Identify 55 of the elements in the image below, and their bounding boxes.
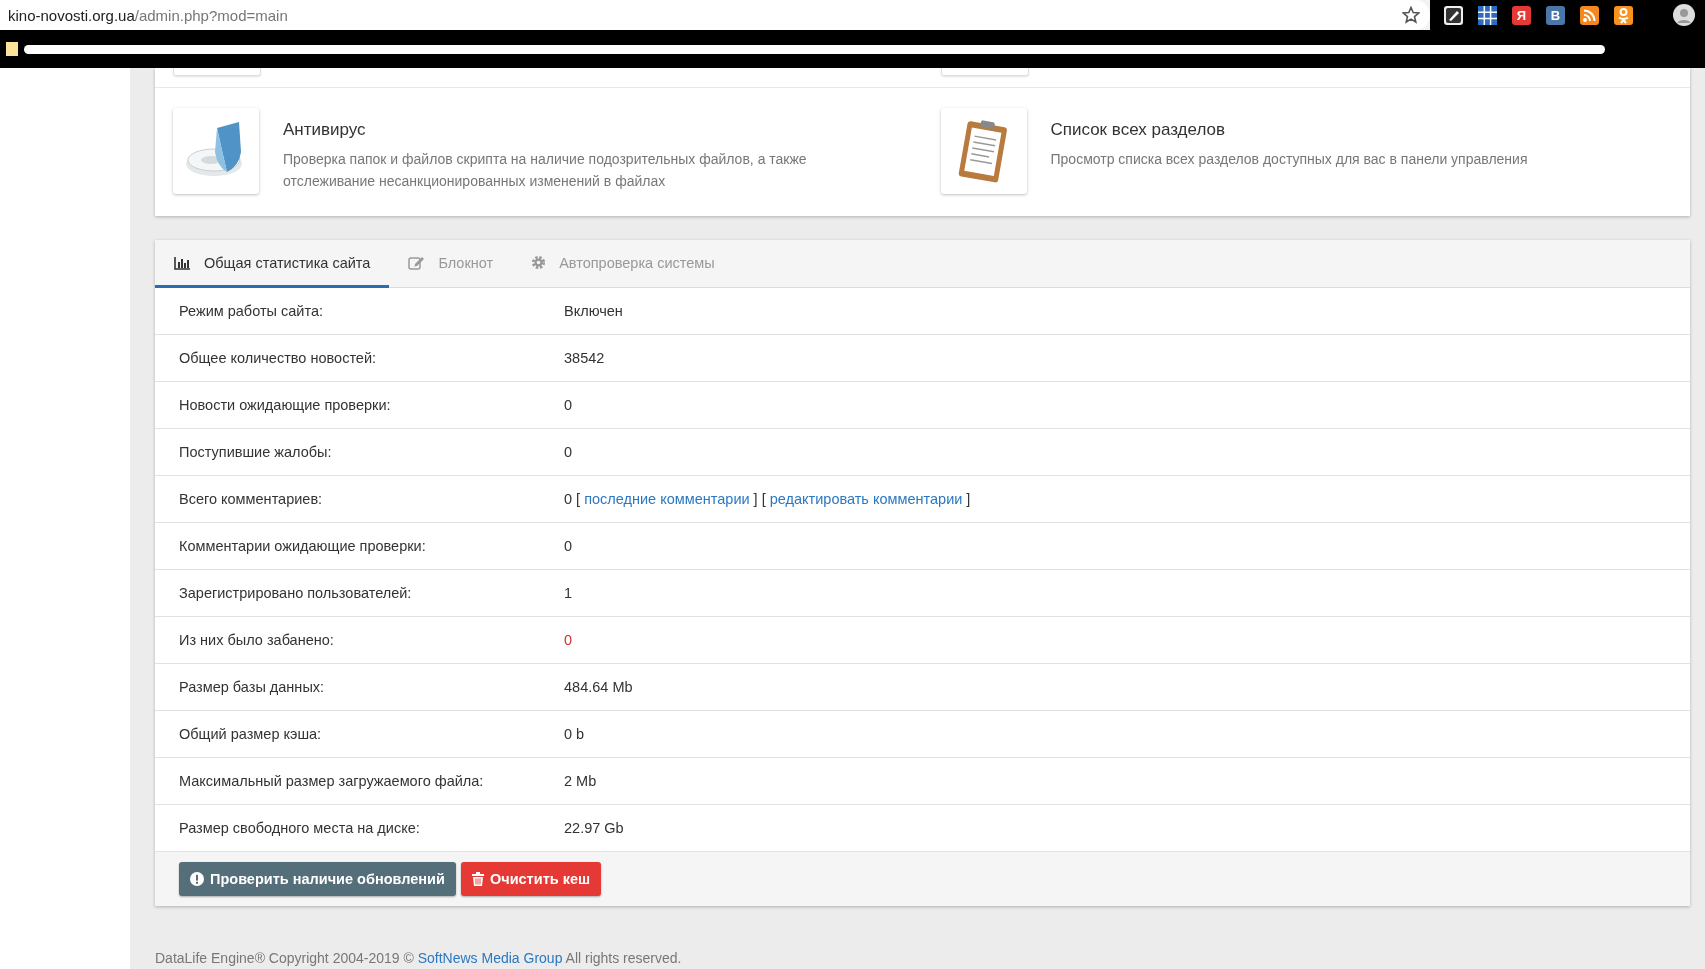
stat-label: Режим работы сайта: xyxy=(178,303,324,319)
icon-tile[interactable] xyxy=(173,108,259,194)
extension-icon[interactable]: Я xyxy=(1512,5,1531,25)
pen-icon[interactable] xyxy=(1444,5,1463,25)
card-title[interactable]: Антивирус xyxy=(283,120,843,140)
stat-label: Новости ожидающие проверки: xyxy=(178,397,392,413)
rss-icon[interactable] xyxy=(1580,5,1599,25)
copyright-text: DataLife Engine® Copyright 2004-2019 © SoftNews Media Group All rights reserved. xyxy=(155,950,683,966)
stat-value: 2 Mb xyxy=(564,773,597,789)
avatar-icon[interactable] xyxy=(1673,4,1695,26)
stat-label: Комментарии ожидающие проверки: xyxy=(178,538,427,554)
gear-icon xyxy=(531,255,547,270)
person-icon[interactable] xyxy=(1614,5,1633,25)
card-title[interactable]: Список всех разделов xyxy=(1050,120,1528,140)
comments-link[interactable]: последние комментарии xyxy=(584,491,750,507)
extension-icon[interactable]: B xyxy=(1546,5,1565,25)
stat-value: 484.64 Mb xyxy=(564,679,633,695)
stat-value: 0 [ последние комментарии ] [ редактировать комментарии ] xyxy=(564,491,971,507)
stat-label: Размер свободного места на диске: xyxy=(178,820,421,836)
tab[interactable]: Общая статистика сайта xyxy=(155,240,390,288)
stat-value: 0 xyxy=(564,632,573,648)
stat-value: 0 xyxy=(564,397,573,413)
stat-label: Зарегистрировано пользователей: xyxy=(178,585,413,601)
stat-value: 0 xyxy=(564,538,573,554)
stat-label: Всего комментариев: xyxy=(178,491,324,507)
stat-label: Поступившие жалобы: xyxy=(178,444,333,460)
icon-tile[interactable] xyxy=(173,68,261,76)
stat-label: Из них было забанено: xyxy=(178,632,335,648)
stat-value: Включен xyxy=(564,303,623,319)
stat-label: Общее количество новостей: xyxy=(178,350,378,366)
card-description: Проверка папок и файлов скрипта на наличие подозрительных файлов, а также отслеживание несанкционированных изменений в файлах xyxy=(283,150,808,191)
stat-value: 22.97 Gb xyxy=(564,820,624,836)
star-icon[interactable] xyxy=(1402,6,1420,24)
edit-icon xyxy=(408,255,426,270)
grid-icon[interactable] xyxy=(1478,5,1497,25)
stat-label: Максимальный размер загружаемого файла: xyxy=(178,773,485,789)
company-link[interactable]: SoftNews Media Group xyxy=(417,950,563,966)
comments-link[interactable]: редактировать комментарии xyxy=(769,491,963,507)
tab[interactable]: Автопроверка системы xyxy=(512,240,734,288)
address-bar[interactable]: kino-novosti.org.ua/admin.php?mod=main xyxy=(0,0,1430,30)
tab[interactable]: Блокнот xyxy=(389,240,513,288)
stat-value: 38542 xyxy=(564,350,605,366)
clear-cache-button[interactable]: Очистить кеш xyxy=(460,862,602,896)
icon-tile[interactable] xyxy=(940,108,1027,194)
bar-chart-icon xyxy=(174,255,191,270)
stat-label: Общий размер кэша: xyxy=(178,726,323,742)
icon-tile[interactable] xyxy=(940,68,1029,76)
stat-value: 0 xyxy=(564,444,573,460)
check-updates-button[interactable]: Проверить наличие обновлений xyxy=(179,862,456,896)
exclamation-icon xyxy=(190,872,204,886)
stat-value: 1 xyxy=(564,585,573,601)
stat-value: 0 b xyxy=(564,726,585,742)
trash-icon xyxy=(471,872,484,886)
card-description: Просмотр списка всех разделов доступных для вас в панели управления xyxy=(1050,150,1528,169)
stat-label: Размер базы данных: xyxy=(178,679,326,695)
